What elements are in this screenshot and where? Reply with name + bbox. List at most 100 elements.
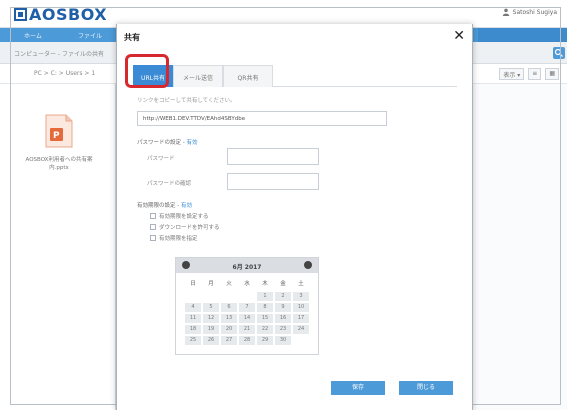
calendar-weekday: 土 xyxy=(298,281,304,287)
calendar-day[interactable]: 23 xyxy=(275,325,291,334)
calendar-weekday: 木 xyxy=(262,281,268,287)
calendar-day[interactable]: 7 xyxy=(239,303,255,312)
share-dialog: 共有 ✕ URL共有 メール送信 QR共有 リンクをコピーして共有してください。… xyxy=(116,24,473,410)
calendar-day[interactable]: 15 xyxy=(257,314,273,323)
close-icon[interactable]: ✕ xyxy=(453,28,465,44)
view-dropdown[interactable]: 表示 ▾ xyxy=(499,68,525,80)
logo-text: AOSBOX xyxy=(29,4,108,24)
next-month-icon[interactable] xyxy=(304,261,312,269)
expiry-section-label: 有効期限の設定 - 有効 xyxy=(137,203,193,209)
calendar-day[interactable]: 4 xyxy=(185,303,201,312)
calendar-weekday: 火 xyxy=(226,281,232,287)
user-icon xyxy=(502,8,509,16)
calendar-empty-cell xyxy=(239,292,255,301)
svg-text:P: P xyxy=(53,131,60,141)
calendar-header: 6月 2017 xyxy=(176,258,318,273)
view-toolbar: 表示 ▾ ≡ ▦ xyxy=(499,68,559,80)
dialog-title: 共有 xyxy=(124,33,140,42)
search-icon xyxy=(554,48,563,57)
expiry-section-title: 有効期限の設定 xyxy=(137,203,176,209)
calendar-day[interactable]: 6 xyxy=(221,303,237,312)
calendar-day[interactable]: 21 xyxy=(239,325,255,334)
option-row[interactable]: 有効期限を設定する xyxy=(150,212,209,220)
calendar-month: 6月 2017 xyxy=(232,264,262,271)
save-button[interactable]: 保存 xyxy=(331,381,385,395)
option-label: 有効期限を指定 xyxy=(159,236,198,242)
calendar-day[interactable]: 17 xyxy=(293,314,309,323)
calendar-weekday: 金 xyxy=(280,281,286,287)
calendar-day[interactable]: 25 xyxy=(185,336,201,345)
password-section-label: パスワードの設定 - 有効 xyxy=(137,140,198,146)
logo-icon xyxy=(14,7,27,21)
option-row[interactable]: 有効期限を指定 xyxy=(150,234,198,242)
password-confirm-input[interactable] xyxy=(227,173,319,190)
calendar-day[interactable]: 28 xyxy=(239,336,255,345)
calendar-day[interactable]: 9 xyxy=(275,303,291,312)
search-button[interactable] xyxy=(553,47,565,59)
option-label: 有効期限を設定する xyxy=(159,214,209,220)
password-section-accent[interactable]: 有効 xyxy=(187,140,198,146)
option-row[interactable]: ダウンロードを許可する xyxy=(150,223,220,231)
tab-url-share[interactable]: URL共有 xyxy=(133,65,173,87)
breadcrumb: コンピューター - ファイルの共有 xyxy=(14,51,104,58)
calendar-empty-cell xyxy=(185,292,201,301)
calendar-weekdays: 日月火水木金土 xyxy=(184,279,310,287)
aosbox-logo: AOSBOX xyxy=(14,4,108,24)
calendar-empty-cell xyxy=(293,336,309,345)
file-pane: P AOSBOX利用者への共有案内.pptx xyxy=(0,84,116,410)
calendar-day[interactable]: 5 xyxy=(203,303,219,312)
password-label: パスワード xyxy=(147,156,175,162)
tab-mail-send[interactable]: メール送信 xyxy=(173,65,223,87)
option-checkbox[interactable] xyxy=(150,224,156,230)
calendar-day[interactable]: 10 xyxy=(293,303,309,312)
password-input[interactable] xyxy=(227,148,319,165)
date-picker: 6月 2017 日月火水木金土 1 2 3 4 5 6 7 8 9 10 11 12 13 14 15 16 1… xyxy=(175,257,319,355)
calendar-day[interactable]: 13 xyxy=(221,314,237,323)
calendar-day[interactable]: 24 xyxy=(293,325,309,334)
grid-view-button[interactable]: ▦ xyxy=(545,68,559,80)
calendar-day[interactable]: 20 xyxy=(221,325,237,334)
tab-qr-share[interactable]: QR共有 xyxy=(223,65,273,87)
option-checkbox[interactable] xyxy=(150,213,156,219)
calendar-day[interactable]: 26 xyxy=(203,336,219,345)
calendar-empty-cell xyxy=(203,292,219,301)
calendar-day[interactable]: 2 xyxy=(275,292,291,301)
right-pane xyxy=(473,84,567,410)
calendar-day[interactable]: 14 xyxy=(239,314,255,323)
close-button[interactable]: 閉じる xyxy=(399,381,453,395)
share-instruction: リンクをコピーして共有してください。 xyxy=(137,98,236,104)
calendar-weekday: 日 xyxy=(190,281,196,287)
calendar-day[interactable]: 3 xyxy=(293,292,309,301)
file-name: AOSBOX利用者への共有案内.pptx xyxy=(25,157,93,171)
folder-path: PC > C: > Users > 1 xyxy=(34,70,96,77)
password-confirm-label: パスワードの確認 xyxy=(147,181,192,187)
nav-item-files[interactable]: ファイル xyxy=(78,31,102,40)
calendar-day[interactable]: 30 xyxy=(275,336,291,345)
calendar-weekday: 水 xyxy=(244,281,250,287)
user-name: Satoshi Sugiya xyxy=(512,8,557,16)
expiry-section-accent[interactable]: 有効 xyxy=(181,203,192,209)
powerpoint-file-icon: P xyxy=(45,114,73,148)
option-checkbox[interactable] xyxy=(150,235,156,241)
calendar-day[interactable]: 22 xyxy=(257,325,273,334)
calendar-day[interactable]: 8 xyxy=(257,303,273,312)
calendar-weekday: 月 xyxy=(208,281,214,287)
calendar-day[interactable]: 16 xyxy=(275,314,291,323)
calendar-grid: 1 2 3 4 5 6 7 8 9 10 11 12 13 14 15 16 17 18 19 20 21 22 23 24 2… xyxy=(184,291,310,346)
calendar-day[interactable]: 27 xyxy=(221,336,237,345)
calendar-day[interactable]: 12 xyxy=(203,314,219,323)
nav-right-segment xyxy=(478,28,567,42)
user-menu[interactable]: Satoshi Sugiya xyxy=(502,8,557,16)
list-view-button[interactable]: ≡ xyxy=(528,68,542,80)
calendar-day[interactable]: 18 xyxy=(185,325,201,334)
share-url-field[interactable]: http://WEB1.DEV.TTDV/EAhd4SBYdbe xyxy=(137,111,387,126)
password-section-title: パスワードの設定 xyxy=(137,140,182,146)
share-tabs: URL共有 メール送信 QR共有 xyxy=(133,65,457,87)
calendar-day[interactable]: 11 xyxy=(185,314,201,323)
calendar-empty-cell xyxy=(221,292,237,301)
calendar-day[interactable]: 29 xyxy=(257,336,273,345)
calendar-day[interactable]: 19 xyxy=(203,325,219,334)
nav-item-home[interactable]: ホーム xyxy=(24,31,42,40)
calendar-day[interactable]: 1 xyxy=(257,292,273,301)
file-item[interactable]: P AOSBOX利用者への共有案内.pptx xyxy=(24,114,94,172)
